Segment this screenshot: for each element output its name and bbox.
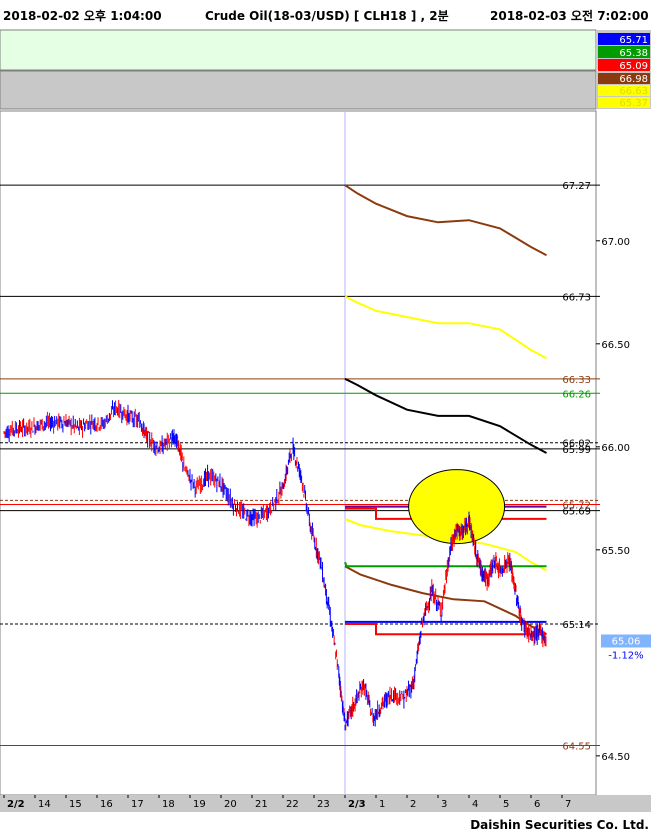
x-tick-label: 2/2 [7,799,25,810]
level-label: 66.33 [562,375,591,386]
chart-footer: Daishin Securities Co. Ltd. [0,812,651,836]
x-tick-label: 7 [565,799,571,810]
second-panel-value-label: 65.37 [619,98,648,109]
main-plot-area [0,110,597,796]
y-tick-label: 67.00 [601,237,630,248]
top-indicator-panel [0,29,597,71]
x-tick-label: 1 [379,799,385,810]
y-tick-label: 66.00 [601,443,630,454]
highlight-circle [408,469,506,545]
x-tick-label: 19 [193,799,206,810]
x-axis-corner [596,795,651,812]
level-label: 66.73 [562,292,591,303]
level-label: 65.99 [562,445,591,456]
y-tick-label: 66.50 [601,340,630,351]
x-tick-label: 21 [255,799,268,810]
x-tick-label: 18 [162,799,175,810]
x-tick-label: 2/3 [348,799,366,810]
current-price-label: 65.06 [612,636,641,647]
price-chart[interactable]: 65.71 65.38 65.09 66.9866.6365.37 67.00 66.50… [0,0,651,836]
second-indicator-panel [0,70,597,110]
second-panel-value-label: 66.63 [619,86,648,97]
x-tick-label: 5 [503,799,509,810]
x-tick-label: 14 [38,799,51,810]
top-panel-value-label: 65.09 [619,61,648,72]
level-label: 65.14 [562,620,591,631]
x-tick-label: 17 [131,799,144,810]
level-label: 65.69 [562,507,591,518]
x-tick-label: 20 [224,799,237,810]
x-tick-label: 22 [286,799,299,810]
x-tick-label: 3 [441,799,447,810]
level-label: 67.27 [562,181,591,192]
level-label: 64.55 [562,742,591,753]
y-tick-label: 64.50 [601,752,630,763]
level-label: 66.26 [562,389,591,400]
brand-label: Daishin Securities Co. Ltd. [470,818,649,832]
x-tick-label: 4 [472,799,478,810]
y-tick-label: 65.50 [601,546,630,557]
x-tick-label: 6 [534,799,540,810]
current-change-label: -1.12% [608,650,643,661]
second-panel-value-label: 66.98 [619,74,648,85]
x-tick-label: 16 [100,799,113,810]
x-tick-label: 23 [317,799,330,810]
top-panel-value-label: 65.38 [619,48,648,59]
x-tick-label: 15 [69,799,82,810]
x-tick-label: 2 [410,799,416,810]
top-panel-value-label: 65.71 [619,35,648,46]
